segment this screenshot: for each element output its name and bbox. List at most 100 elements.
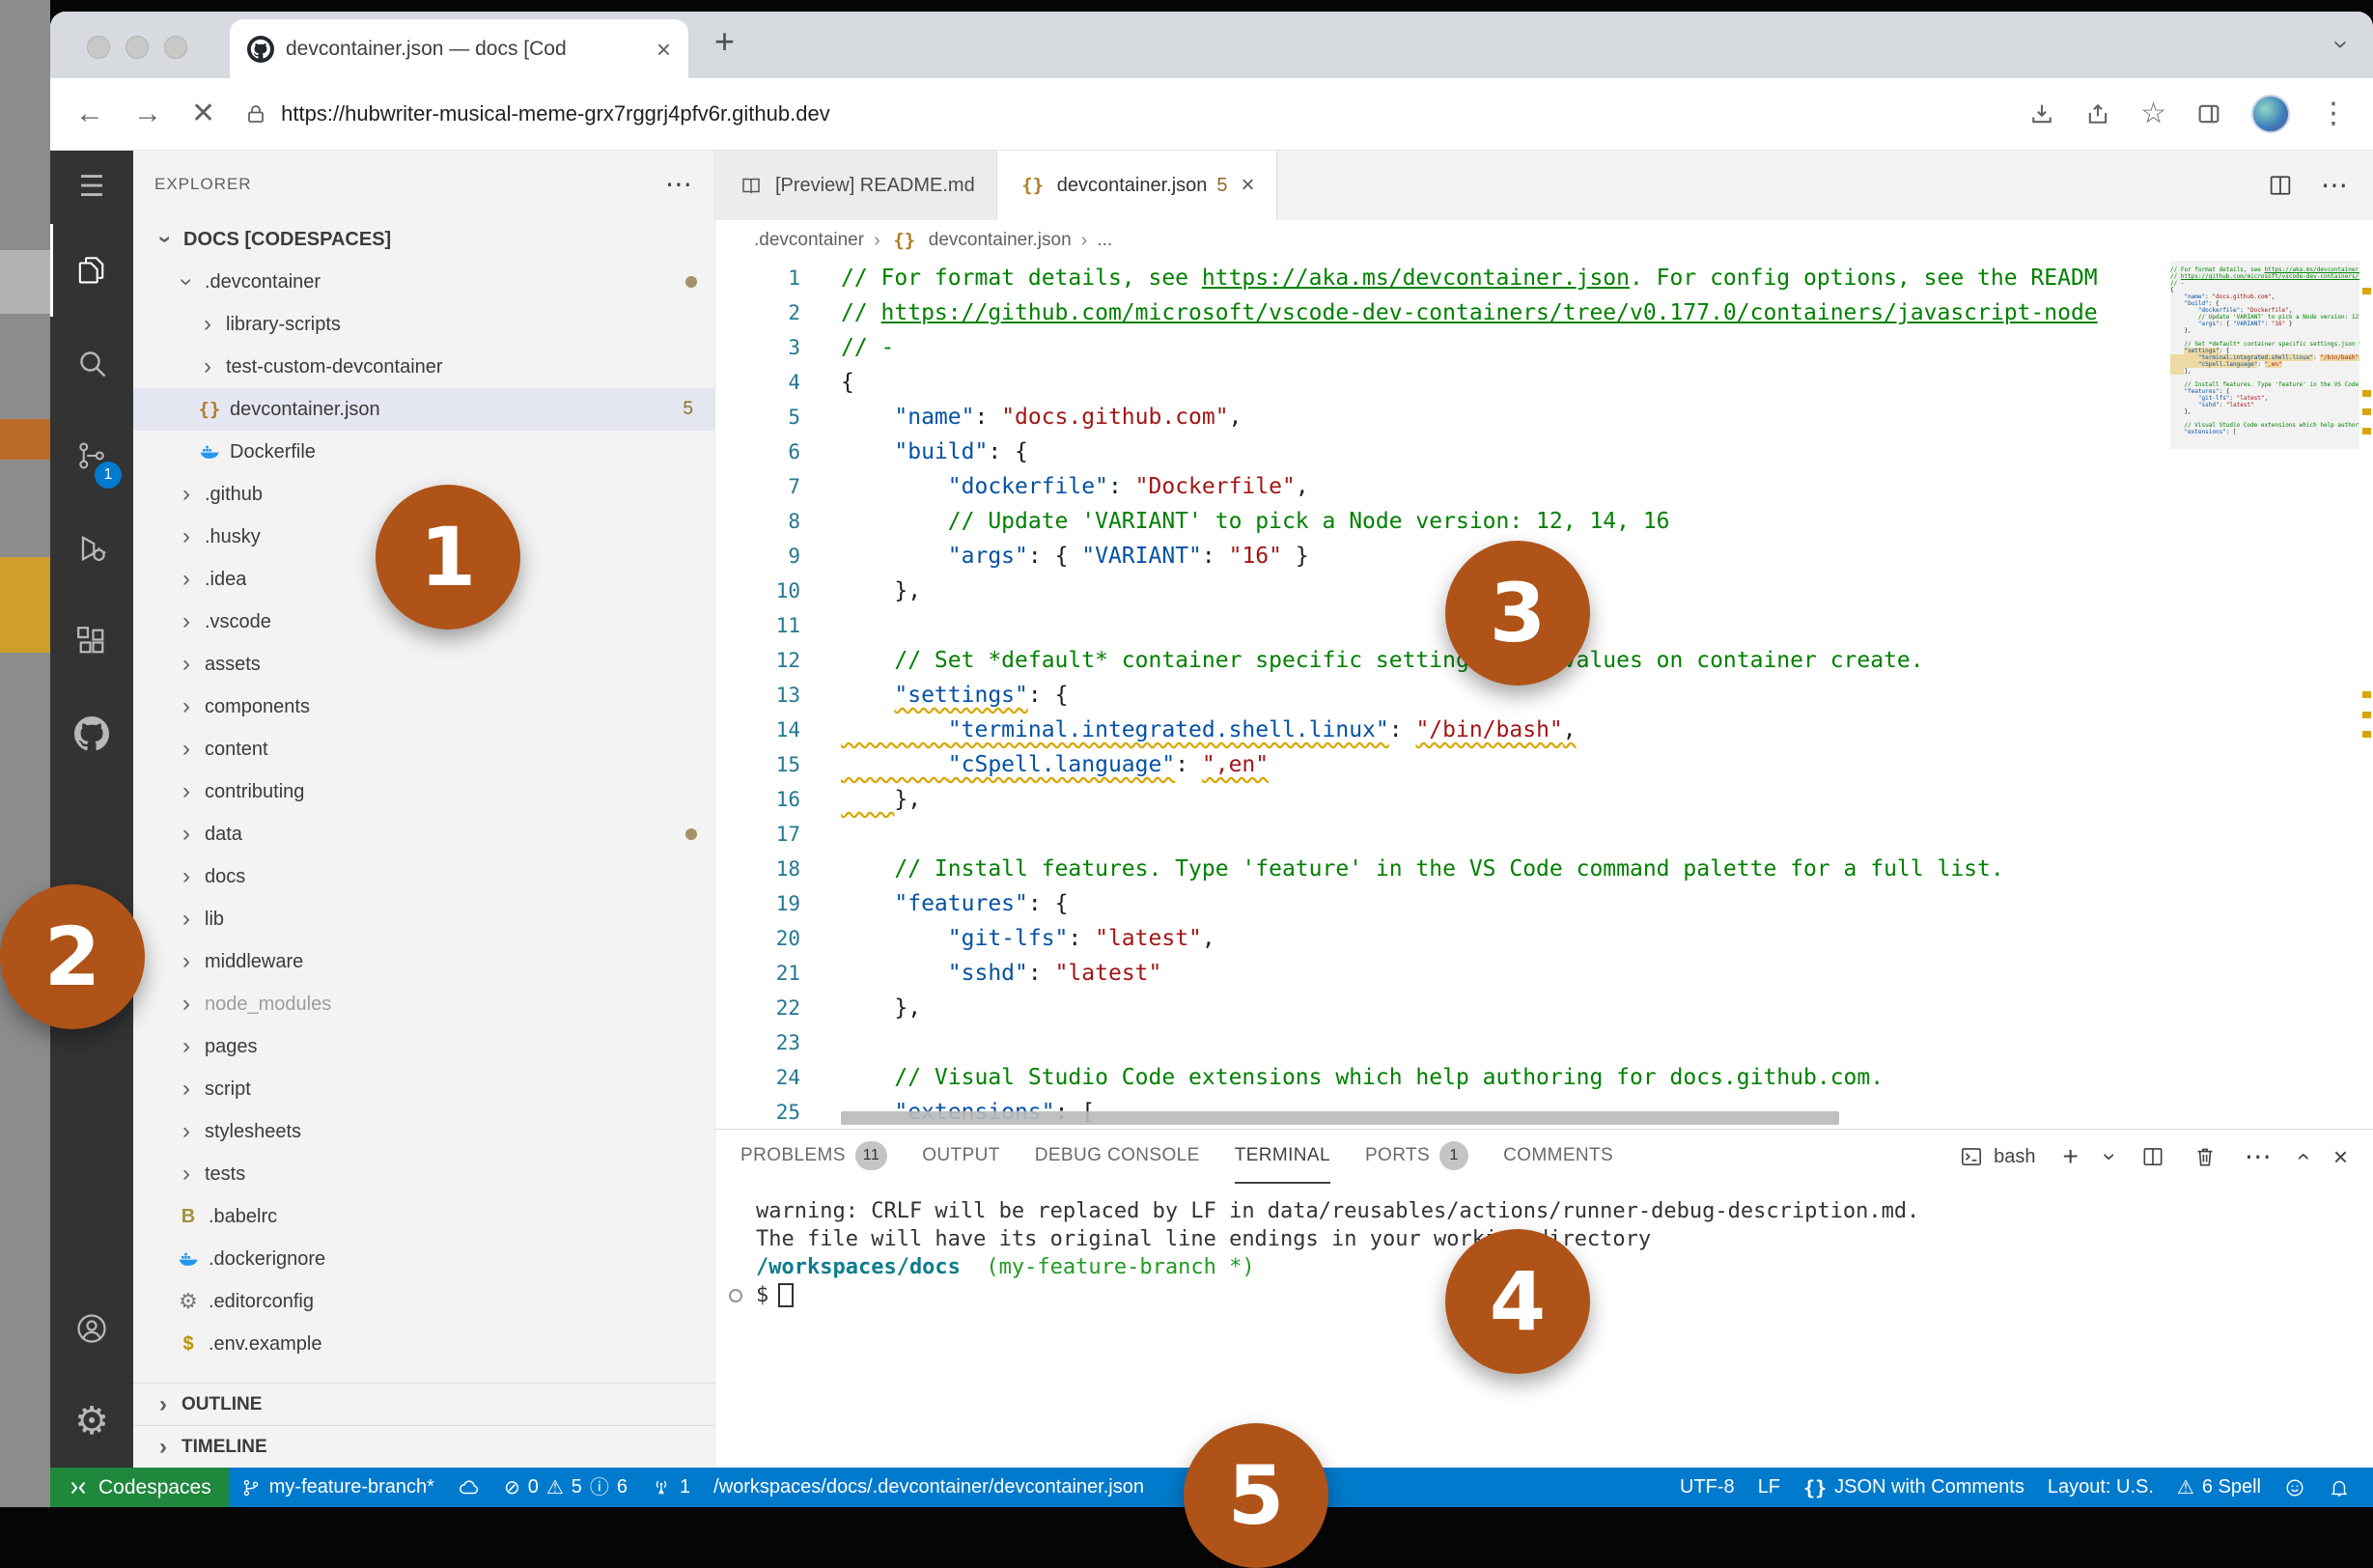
profile-avatar[interactable]	[2251, 95, 2290, 133]
code-line-3[interactable]: 3// -	[715, 330, 2156, 365]
back-button[interactable]: ←	[75, 99, 104, 128]
extensions-icon[interactable]	[50, 595, 133, 687]
tree-item-pages[interactable]: › pages	[133, 1025, 714, 1068]
settings-gear-icon[interactable]: ⚙	[50, 1375, 133, 1468]
tree-item-lib[interactable]: › lib	[133, 898, 714, 940]
sync-changes-button[interactable]	[446, 1468, 492, 1507]
code-line-14[interactable]: 14 "terminal.integrated.shell.linux": "/…	[715, 713, 2156, 747]
tree-item-.env.example[interactable]: $ .env.example	[133, 1323, 714, 1365]
breadcrumb[interactable]: .devcontainer › {} devcontainer.json › .…	[715, 220, 2373, 261]
breadcrumb-file[interactable]: devcontainer.json	[929, 230, 1072, 251]
new-tab-button[interactable]: +	[714, 21, 735, 62]
problems-button[interactable]: ⊘ 0 ⚠ 5 ⓘ 6	[492, 1468, 639, 1507]
code-line-5[interactable]: 5 "name": "docs.github.com",	[715, 400, 2156, 434]
code-line-12[interactable]: 12 // Set *default* container specific s…	[715, 643, 2156, 678]
code-line-23[interactable]: 23	[715, 1025, 2156, 1060]
code-line-20[interactable]: 20 "git-lfs": "latest",	[715, 921, 2156, 956]
panel-tab-terminal[interactable]: TERMINAL	[1234, 1130, 1330, 1184]
code-line-21[interactable]: 21 "sshd": "latest"	[715, 956, 2156, 991]
window-controls[interactable]	[87, 36, 187, 59]
new-terminal-icon[interactable]: +	[2062, 1143, 2078, 1170]
notifications-button[interactable]	[2317, 1468, 2361, 1507]
tree-item-.github[interactable]: › .github	[133, 473, 714, 516]
tree-item-.husky[interactable]: › .husky	[133, 516, 714, 558]
scrollbar-thumb[interactable]	[841, 1111, 1839, 1125]
code-line-8[interactable]: 8 // Update 'VARIANT' to pick a Node ver…	[715, 504, 2156, 539]
tree-item-.idea[interactable]: › .idea	[133, 558, 714, 601]
code-line-11[interactable]: 11	[715, 608, 2156, 643]
code-line-15[interactable]: 15 "cSpell.language": ",en"	[715, 747, 2156, 782]
stop-loading-button[interactable]: ✕	[191, 99, 215, 128]
close-window-button[interactable]	[87, 36, 110, 59]
tab-overview-chevron-icon[interactable]: ›	[2327, 29, 2357, 60]
zoom-window-button[interactable]	[164, 36, 187, 59]
download-icon[interactable]	[2028, 100, 2055, 127]
tree-item-tests[interactable]: › tests	[133, 1153, 714, 1195]
forward-button[interactable]: →	[133, 99, 162, 128]
close-tab-icon[interactable]: ×	[656, 37, 671, 62]
breadcrumb-folder[interactable]: .devcontainer	[754, 230, 864, 251]
forwarded-ports-button[interactable]: 1	[639, 1468, 702, 1507]
panel-tab-debug-console[interactable]: DEBUG CONSOLE	[1035, 1130, 1200, 1184]
browser-menu-icon[interactable]: ⋮	[2319, 99, 2348, 128]
tree-root[interactable]: › DOCS [CODESPACES]	[133, 218, 714, 261]
branch-button[interactable]: my-feature-branch*	[229, 1468, 446, 1507]
code-line-1[interactable]: 1// For format details, see https://aka.…	[715, 261, 2156, 295]
code-line-17[interactable]: 17	[715, 817, 2156, 852]
panel-tab-problems[interactable]: PROBLEMS 11	[740, 1130, 888, 1184]
tree-item-.vscode[interactable]: › .vscode	[133, 601, 714, 643]
code-line-22[interactable]: 22 },	[715, 991, 2156, 1025]
tree-item-content[interactable]: › content	[133, 728, 714, 770]
bookmark-star-icon[interactable]: ☆	[2140, 99, 2166, 128]
encoding-button[interactable]: UTF-8	[1668, 1468, 1746, 1507]
tree-item-test-custom-devcontainer[interactable]: › test-custom-devcontainer	[133, 346, 714, 388]
minimap[interactable]: // For format details, see https://aka.m…	[2170, 266, 2359, 1129]
code-line-19[interactable]: 19 "features": {	[715, 886, 2156, 921]
tree-item-assets[interactable]: › assets	[133, 643, 714, 686]
maximize-panel-chevron-icon[interactable]: ›	[2289, 1143, 2315, 1170]
code-line-2[interactable]: 2// https://github.com/microsoft/vscode-…	[715, 295, 2156, 330]
sidebar-more-actions-icon[interactable]: ⋯	[665, 171, 693, 198]
tab-preview-readme[interactable]: [Preview] README.md	[715, 151, 997, 220]
terminal[interactable]: warning: CRLF will be replaced by LF in …	[715, 1184, 2373, 1468]
code-line-24[interactable]: 24 // Visual Studio Code extensions whic…	[715, 1060, 2156, 1095]
codespaces-remote-button[interactable]: Codespaces	[50, 1468, 229, 1507]
explorer-activity-icon[interactable]	[50, 224, 133, 317]
tree-item-stylesheets[interactable]: › stylesheets	[133, 1110, 714, 1153]
tab-devcontainer-json[interactable]: {} devcontainer.json 5 ×	[996, 151, 1277, 220]
code-editor[interactable]: 1 // For format details, see https://aka.…	[715, 261, 2373, 1129]
timeline-section-header[interactable]: › TIMELINE	[133, 1425, 714, 1468]
code-line-18[interactable]: 18 // Install features. Type 'feature' i…	[715, 852, 2156, 886]
panel-tab-comments[interactable]: COMMENTS	[1503, 1130, 1613, 1184]
run-debug-icon[interactable]	[50, 502, 133, 595]
code-line-6[interactable]: 6 "build": {	[715, 434, 2156, 469]
sidebar-toggle-icon[interactable]	[2195, 100, 2222, 127]
terminal-prompt-row[interactable]: $	[729, 1281, 2373, 1309]
github-icon[interactable]	[50, 687, 133, 780]
tree-item-script[interactable]: › script	[133, 1068, 714, 1110]
panel-tab-output[interactable]: OUTPUT	[922, 1130, 1000, 1184]
code-line-10[interactable]: 10 },	[715, 574, 2156, 608]
panel-more-actions-icon[interactable]: ⋯	[2245, 1143, 2272, 1170]
tree-item-middleware[interactable]: › middleware	[133, 940, 714, 983]
code-line-7[interactable]: 7 "dockerfile": "Dockerfile",	[715, 469, 2156, 504]
tree-item-.editorconfig[interactable]: ⚙ .editorconfig	[133, 1280, 714, 1323]
tree-item-docs[interactable]: › docs	[133, 855, 714, 898]
split-editor-icon[interactable]	[2267, 172, 2294, 199]
close-icon[interactable]: ×	[1242, 174, 1255, 197]
menu-hamburger-icon[interactable]: ☰	[50, 151, 133, 224]
feedback-button[interactable]	[2273, 1468, 2317, 1507]
shell-selector[interactable]: bash	[1959, 1144, 2035, 1169]
eol-button[interactable]: LF	[1746, 1468, 1792, 1507]
tree-item-dockerfile[interactable]: Dockerfile	[133, 431, 714, 473]
tree-item-data[interactable]: › data	[133, 813, 714, 855]
source-control-icon[interactable]: 1	[50, 409, 133, 502]
editor-more-actions-icon[interactable]: ⋯	[2321, 172, 2348, 199]
kill-terminal-trash-icon[interactable]	[2192, 1144, 2218, 1169]
panel-tab-ports[interactable]: PORTS 1	[1365, 1130, 1469, 1184]
account-icon[interactable]	[50, 1282, 133, 1375]
code-line-16[interactable]: 16 },	[715, 782, 2156, 817]
url-text[interactable]: https://hubwriter-musical-meme-grx7rggrj…	[281, 101, 830, 126]
spell-checker-button[interactable]: ⚠ 6 Spell	[2165, 1468, 2273, 1507]
tree-item-node_modules[interactable]: › node_modules	[133, 983, 714, 1025]
